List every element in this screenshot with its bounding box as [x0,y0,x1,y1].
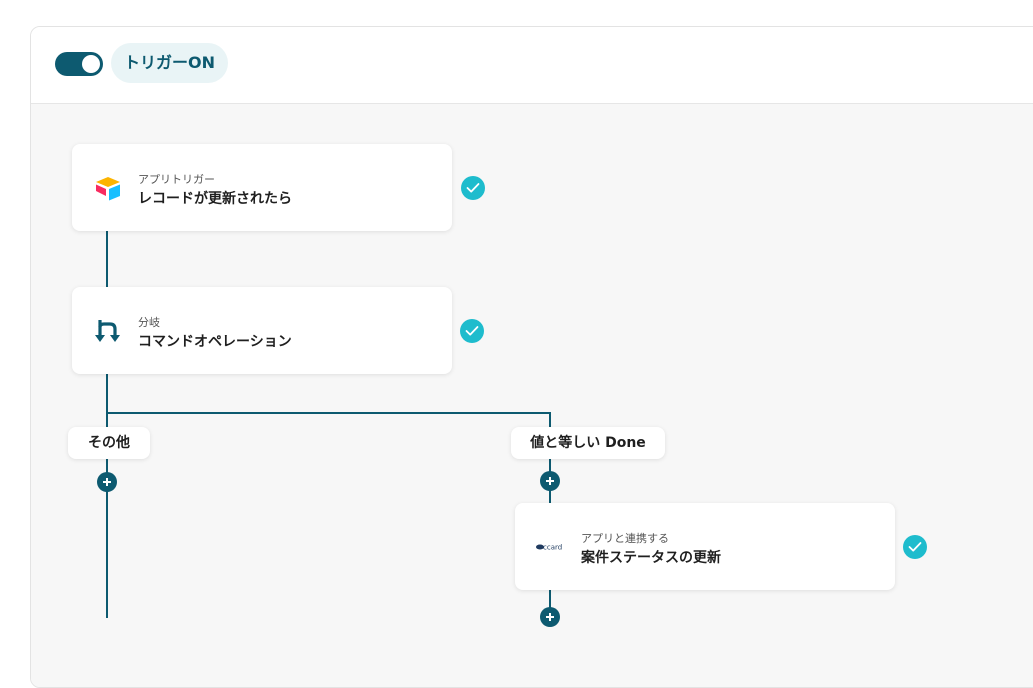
step-card-branch[interactable]: 分岐 コマンドオペレーション [72,287,452,374]
flow-canvas: アプリトリガー レコードが更新されたら 分岐 コマンドオペレーション その他 値… [31,104,1033,687]
step-title: 案件ステータスの更新 [581,550,721,566]
step-type-label: アプリトリガー [138,173,215,186]
branch-icon [94,318,122,344]
svg-text:ccard: ccard [543,544,562,552]
step-card-app-action[interactable]: ccard アプリと連携する 案件ステータスの更新 [515,503,895,590]
branch-label-other[interactable]: その他 [68,427,150,459]
trigger-status-badge: トリガーON [111,43,228,83]
step-title: コマンドオペレーション [138,334,292,350]
connector-line [106,230,108,288]
branch-label-equals-done[interactable]: 値と等しい Done [511,427,665,459]
step-title: レコードが更新されたら [138,191,292,207]
step-type-label: 分岐 [138,316,160,329]
add-step-button[interactable] [97,472,117,492]
trigger-toggle[interactable] [55,52,103,76]
step-type-label: アプリと連携する [581,532,669,545]
airtable-logo-icon [94,175,122,201]
flow-editor-panel: トリガーON アプリトリガー レコードが更新されたら 分岐 コマンドオペレーショ… [30,26,1033,688]
completed-check-icon [903,535,927,559]
add-step-button[interactable] [540,607,560,627]
completed-check-icon [461,176,485,200]
add-step-button[interactable] [540,471,560,491]
completed-check-icon [460,319,484,343]
connector-line [106,372,108,618]
flow-header: トリガーON [31,27,1033,104]
step-card-trigger[interactable]: アプリトリガー レコードが更新されたら [72,144,452,231]
toggle-knob [82,55,100,73]
branch-connector-line [106,412,551,414]
ccard-logo-icon: ccard [535,539,565,553]
